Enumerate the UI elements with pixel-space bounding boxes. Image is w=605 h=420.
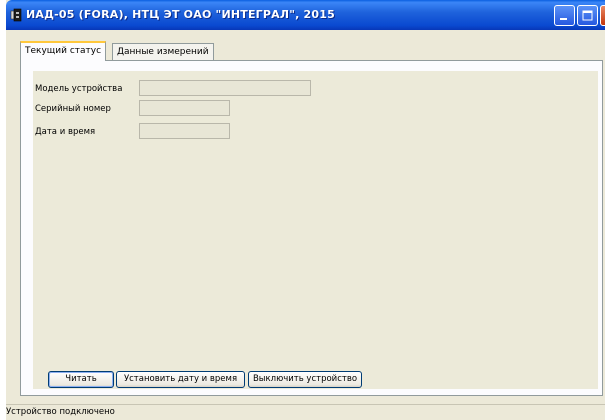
device-model-field [139,80,311,96]
maximize-button[interactable] [577,5,598,26]
status-bar: Устройство подключено [6,404,605,420]
power-off-button[interactable]: Выключить устройство [248,371,362,388]
date-time-label: Дата и время [35,127,96,137]
set-datetime-button[interactable]: Установить дату и время [116,371,245,388]
maximize-icon [582,10,593,21]
tab-measurement-data[interactable]: Данные измерений [112,43,214,61]
window-title: ИАД-05 (FORA), НТЦ ЭТ ОАО "ИНТЕГРАЛ", 20… [26,8,335,21]
close-icon [601,6,605,25]
usb-plug-icon[interactable] [10,7,24,22]
device-model-label: Модель устройства [35,84,123,94]
serial-number-label: Серийный номер [35,104,111,114]
tab-current-status[interactable]: Текущий статус [20,41,107,61]
app-window: ИАД-05 (FORA), НТЦ ЭТ ОАО "ИНТЕГРАЛ", 20… [6,0,605,420]
close-button[interactable] [600,5,605,26]
status-text: Устройство подключено [6,407,115,417]
minimize-button[interactable] [554,5,575,26]
serial-number-field [139,100,230,116]
date-time-field [139,123,230,139]
minimize-icon [560,18,567,20]
read-button[interactable]: Читать [48,371,114,388]
title-bar[interactable]: ИАД-05 (FORA), НТЦ ЭТ ОАО "ИНТЕГРАЛ", 20… [6,0,605,30]
status-panel [33,71,598,389]
